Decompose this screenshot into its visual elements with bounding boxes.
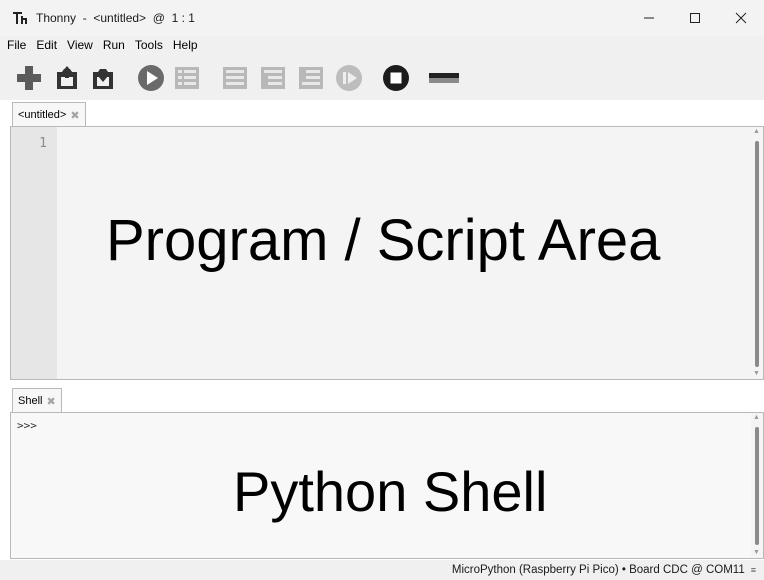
close-button[interactable] (718, 0, 764, 36)
tab-untitled-label: <untitled> (18, 109, 67, 121)
debug-icon (175, 67, 199, 89)
window-title: Thonny - <untitled> @ 1 : 1 (36, 11, 195, 25)
menu-help[interactable]: Help (168, 38, 203, 52)
open-file-icon (57, 66, 77, 89)
menu-edit[interactable]: Edit (31, 38, 62, 52)
zoom-icon (429, 73, 459, 83)
menu-view[interactable]: View (62, 38, 98, 52)
stop-button[interactable] (381, 63, 411, 93)
menu-bar: File Edit View Run Tools Help (0, 36, 764, 54)
run-button[interactable] (136, 63, 166, 93)
shell-panel[interactable]: >>> Python Shell ▲ ▼ (10, 412, 764, 559)
shell-prompt: >>> (17, 419, 37, 432)
zoom-button[interactable] (427, 63, 461, 93)
save-file-icon (93, 69, 113, 89)
scroll-down-arrow-icon[interactable]: ▼ (753, 370, 760, 378)
line-number-gutter: 1 (11, 127, 57, 379)
step-over-button[interactable] (220, 63, 250, 93)
tab-shell-label: Shell (18, 395, 43, 407)
shell-scrollbar[interactable]: ▲ ▼ (751, 413, 763, 558)
open-file-button[interactable] (52, 63, 82, 93)
tab-close-icon[interactable]: ✖ (70, 109, 79, 122)
shell-area-label: Python Shell (233, 460, 548, 523)
toolbar (0, 54, 764, 100)
maximize-button[interactable] (672, 0, 718, 36)
tab-shell[interactable]: Shell ✖ (12, 388, 62, 413)
line-number: 1 (39, 136, 47, 151)
step-over-icon (223, 67, 247, 89)
resize-grip-icon[interactable]: ≡ (751, 565, 756, 575)
shell-scroll-thumb[interactable] (755, 427, 759, 545)
editor[interactable]: 1 Program / Script Area ▲ ▼ (10, 126, 764, 380)
menu-file[interactable]: File (2, 38, 31, 52)
save-file-button[interactable] (88, 63, 118, 93)
editor-scroll-thumb[interactable] (755, 141, 759, 367)
editor-area-label: Program / Script Area (106, 208, 661, 273)
thonny-logo-icon (12, 10, 28, 26)
minimize-button[interactable] (626, 0, 672, 36)
tab-untitled[interactable]: <untitled> ✖ (12, 102, 86, 127)
scroll-down-arrow-icon[interactable]: ▼ (753, 549, 760, 557)
tab-close-icon[interactable]: ✖ (46, 395, 55, 408)
menu-run[interactable]: Run (98, 38, 130, 52)
close-icon (735, 12, 747, 24)
maximize-icon (690, 13, 700, 23)
editor-scrollbar[interactable]: ▲ ▼ (751, 127, 763, 379)
debug-button[interactable] (172, 63, 202, 93)
title-bar: Thonny - <untitled> @ 1 : 1 (0, 0, 764, 36)
step-out-icon (299, 67, 323, 89)
minimize-icon (644, 17, 654, 19)
scroll-up-arrow-icon[interactable]: ▲ (753, 128, 760, 136)
menu-tools[interactable]: Tools (130, 38, 168, 52)
run-icon (138, 65, 164, 91)
resume-icon (336, 65, 362, 91)
stop-icon (383, 65, 409, 91)
scroll-up-arrow-icon[interactable]: ▲ (753, 414, 760, 422)
new-file-button[interactable] (14, 63, 44, 93)
resume-button[interactable] (334, 63, 364, 93)
step-out-button[interactable] (296, 63, 326, 93)
new-file-icon (17, 66, 41, 90)
step-into-icon (261, 67, 285, 89)
step-into-button[interactable] (258, 63, 288, 93)
status-bar: MicroPython (Raspberry Pi Pico) • Board … (0, 560, 764, 580)
interpreter-status[interactable]: MicroPython (Raspberry Pi Pico) • Board … (452, 564, 745, 576)
